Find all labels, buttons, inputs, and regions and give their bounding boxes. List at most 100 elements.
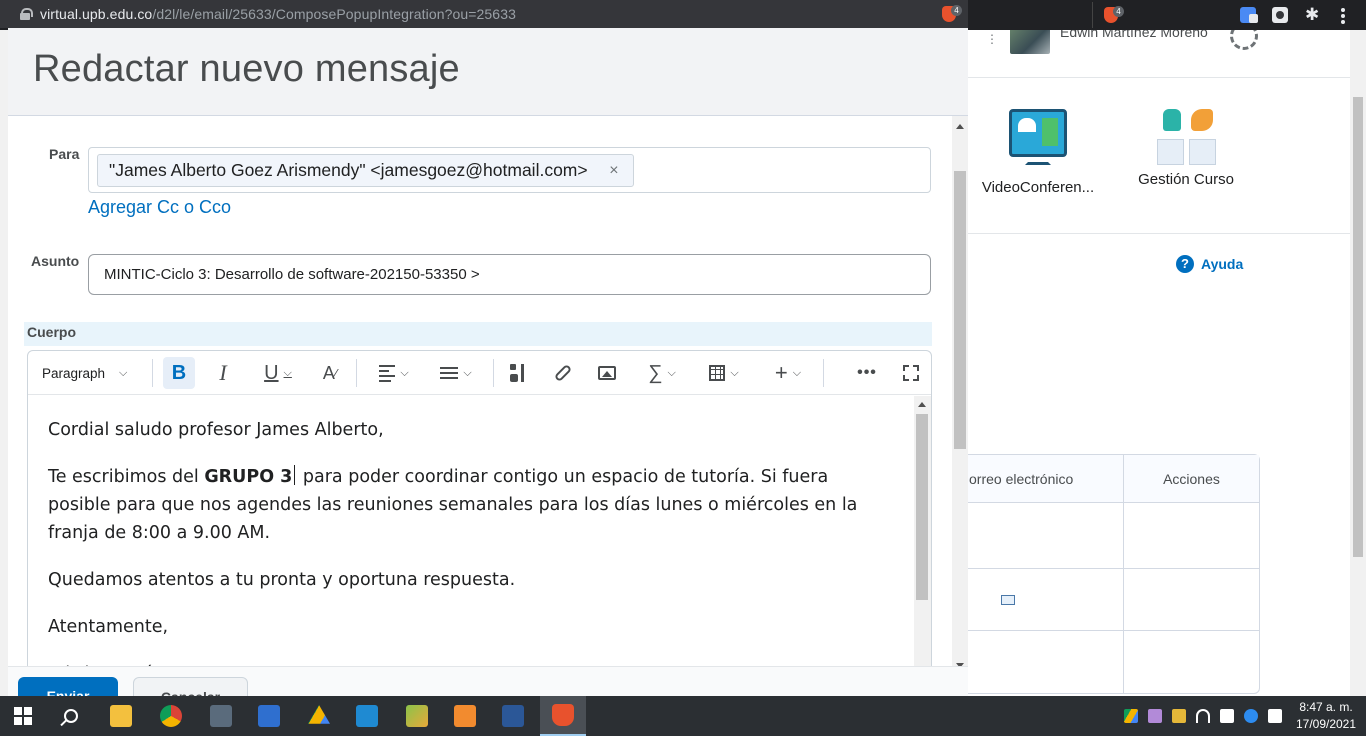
editor-scrollbar[interactable] [914, 396, 931, 695]
insert-more-button[interactable]: + ⌵ [766, 357, 810, 389]
taskbar-app-vscode[interactable] [344, 696, 390, 736]
body-paragraph: Atentamente, [48, 617, 169, 637]
column-header-email[interactable]: orreo electrónico [968, 455, 1124, 502]
taskbar-app-powershell[interactable] [490, 696, 536, 736]
wifi-icon[interactable] [1196, 709, 1210, 723]
compose-popup: Redactar nuevo mensaje Para "James Alber… [8, 28, 968, 696]
cancel-button[interactable]: Cancelar [133, 677, 248, 696]
battery-icon[interactable] [1220, 709, 1234, 723]
fullscreen-button[interactable] [896, 357, 926, 389]
italic-button[interactable]: I [208, 357, 238, 389]
column-header-actions: Acciones [1163, 470, 1220, 487]
screen-extension-icon[interactable] [1272, 7, 1288, 23]
browser-bar: virtual.upb.edu.co/d2l/le/email/25633/Co… [0, 0, 1366, 30]
popup-address-bar[interactable]: virtual.upb.edu.co/d2l/le/email/25633/Co… [0, 0, 968, 28]
page-scrollbar[interactable] [1350, 30, 1366, 696]
brave-shield-icon[interactable]: 4 [1104, 6, 1124, 24]
editor-toolbar: Paragraph ⌵ B I U ⌵ A ⁄ ⌵ ⌵ ∑ ⌵ ⌵ + ⌵ ••• [28, 351, 931, 395]
recipient-chip[interactable]: "James Alberto Goez Arismendy" <jamesgoe… [97, 154, 634, 187]
username[interactable]: Edwin Martínez Moreno [1060, 30, 1208, 40]
help-link[interactable]: ? Ayuda [1176, 255, 1243, 273]
remove-recipient-icon[interactable]: × [609, 155, 618, 186]
to-field[interactable]: "James Alberto Goez Arismendy" <jamesgoe… [88, 147, 931, 193]
format-dropdown[interactable]: Paragraph ⌵ [42, 357, 142, 389]
drive-icon [308, 705, 330, 724]
text-format-icon[interactable]: A ⁄ [315, 357, 345, 389]
underline-button[interactable]: U ⌵ [256, 357, 300, 389]
system-clock[interactable]: 8:47 a. m. 17/09/2021 [1290, 699, 1362, 733]
taskbar-app-box[interactable] [394, 696, 440, 736]
tile-course-management[interactable]: Gestión Curso [1116, 109, 1256, 188]
chevron-down-icon: ⌵ [667, 366, 676, 379]
insert-link-button[interactable] [548, 357, 578, 389]
body-paragraph: Te escribimos del GRUPO 3 para poder coo… [48, 465, 858, 543]
list-button[interactable]: ⌵ [434, 357, 478, 389]
align-button[interactable]: ⌵ [372, 357, 416, 389]
background-page: ⋮ Edwin Martínez Moreno VideoConferen...… [968, 30, 1366, 696]
text-cursor [294, 465, 296, 485]
more-options-button[interactable]: ••• [852, 357, 882, 389]
translate-extension-icon[interactable] [1240, 7, 1258, 23]
toolbar-divider [356, 359, 357, 387]
popup-footer: Enviar Cancelar [8, 666, 968, 696]
subject-label: Asunto [31, 253, 80, 269]
search-button[interactable] [48, 696, 94, 736]
start-button[interactable] [0, 696, 46, 736]
taskbar-app-ahora[interactable] [246, 696, 292, 736]
browser-menu-icon[interactable] [1341, 8, 1345, 24]
vscode-icon [356, 705, 378, 727]
videoconference-icon [1009, 109, 1067, 157]
pen-tray-icon[interactable] [1148, 709, 1162, 723]
message-body[interactable]: Cordial saludo profesor James Alberto, T… [28, 396, 915, 695]
taskbar-app-drive[interactable] [296, 696, 342, 736]
subject-input[interactable]: MINTIC-Ciclo 3: Desarrollo de software-2… [88, 254, 931, 295]
to-label: Para [49, 146, 80, 162]
popup-scrollbar[interactable] [952, 116, 968, 674]
email-icon[interactable] [1001, 594, 1015, 605]
insert-image-button[interactable] [592, 357, 622, 389]
gear-icon[interactable] [1230, 30, 1258, 50]
powershell-icon [502, 705, 524, 727]
table-row [968, 503, 1259, 569]
toolbar-divider [493, 359, 494, 387]
table-row [968, 569, 1259, 631]
body-label-bar [24, 322, 932, 346]
shield-tray-icon[interactable] [1172, 709, 1186, 723]
taskbar-app-sublime[interactable] [442, 696, 488, 736]
table-button[interactable]: ⌵ [702, 357, 746, 389]
bold-button[interactable]: B [163, 357, 195, 389]
rich-text-editor: Paragraph ⌵ B I U ⌵ A ⁄ ⌵ ⌵ ∑ ⌵ ⌵ + ⌵ ••• [27, 350, 932, 696]
search-icon [64, 709, 78, 723]
scroll-up-icon [918, 402, 926, 407]
taskbar-app-brave[interactable] [540, 696, 586, 736]
insert-stuff-button[interactable] [504, 357, 534, 389]
taskbar-app-explorer[interactable] [98, 696, 144, 736]
tool-tiles: VideoConferen... Gestión Curso [968, 79, 1350, 234]
windows-taskbar: 8:47 a. m. 17/09/2021 [0, 696, 1366, 736]
keyboard-icon[interactable] [1268, 709, 1282, 723]
extensions-puzzle-icon[interactable]: ✱ [1305, 6, 1321, 23]
main-address-bar[interactable] [968, 2, 1093, 28]
avatar[interactable] [1010, 30, 1050, 54]
url-text[interactable]: virtual.upb.edu.co/d2l/le/email/25633/Co… [40, 6, 516, 22]
brave-shield-icon[interactable]: 4 [942, 5, 962, 23]
drive-tray-icon[interactable] [1124, 709, 1138, 723]
popup-header: Redactar nuevo mensaje [8, 28, 968, 116]
link-icon [553, 363, 573, 383]
taskbar-app-calculator[interactable] [198, 696, 244, 736]
image-icon [598, 366, 616, 380]
add-cc-bcc-link[interactable]: Agregar Cc o Cco [88, 197, 231, 218]
chevron-down-icon: ⌵ [400, 366, 409, 379]
chrome-icon [160, 705, 182, 727]
send-button[interactable]: Enviar [18, 677, 118, 696]
help-icon: ? [1176, 255, 1194, 273]
table-row [968, 631, 1259, 693]
equation-button[interactable]: ∑ ⌵ [642, 357, 682, 389]
tile-label: VideoConferen... [981, 179, 1095, 196]
toolbar-divider [823, 359, 824, 387]
bluetooth-icon[interactable] [1244, 709, 1258, 723]
vertical-dots-icon[interactable]: ⋮ [986, 32, 998, 46]
tile-videoconference[interactable]: VideoConferen... [968, 109, 1108, 196]
taskbar-app-chrome[interactable] [148, 696, 194, 736]
align-left-icon [379, 362, 396, 385]
